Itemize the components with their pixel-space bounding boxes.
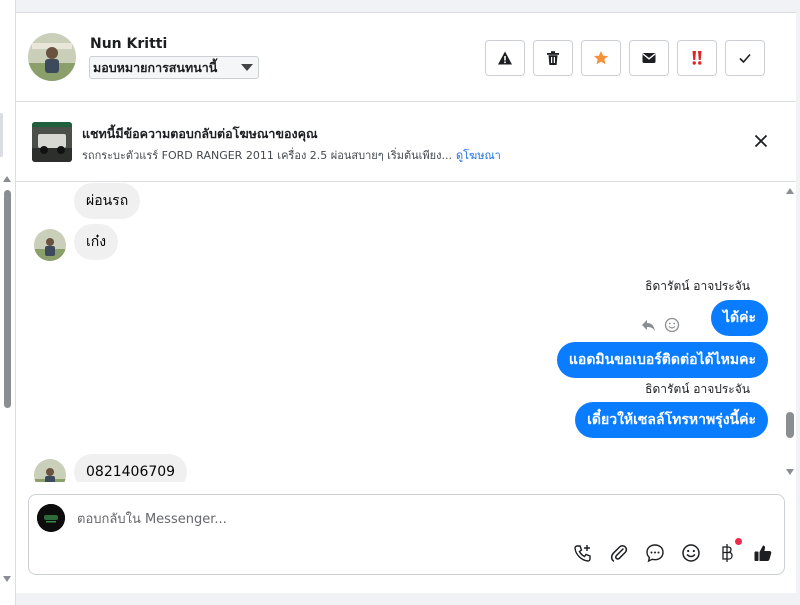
close-icon[interactable] [752, 132, 770, 150]
assign-conversation-label: มอบหมายการสนทนานี้ [93, 59, 218, 75]
ad-description: รถกระบะตัวแรร์ FORD RANGER 2011 เครื่อง … [82, 149, 452, 162]
contact-avatar-small [34, 229, 66, 261]
outgoing-message-bubble[interactable]: แอดมินขอเบอร์ติดต่อได้ไหมคะ [556, 342, 768, 378]
attach-button[interactable] [607, 541, 630, 564]
outgoing-message-bubble[interactable]: ได้ค่ะ [710, 300, 768, 336]
conversation-header: Nun Kritti มอบหมายการสนทนานี้ [16, 13, 796, 102]
ad-banner-title: แชทนี้มีข้อความตอบกลับต่อโฆษณาของคุณ [82, 126, 318, 141]
follow-up-button[interactable] [677, 40, 717, 76]
incoming-message-bubble[interactable]: เก๋ง [74, 224, 119, 260]
phone-plus-icon [573, 544, 591, 562]
reply-input[interactable] [77, 508, 577, 530]
assign-conversation-dropdown[interactable]: มอบหมายการสนทนานี้ [89, 56, 259, 79]
left-scroll-up-arrow[interactable] [3, 176, 11, 182]
message-thread[interactable]: ผ่อนรถ เก๋ง ธิดารัตน์ อาจประจัน ได้ค่ะ แ… [16, 182, 796, 482]
ad-banner-subtitle: รถกระบะตัวแรร์ FORD RANGER 2011 เครื่อง … [82, 146, 501, 164]
notification-dot [735, 538, 742, 545]
smiley-icon [681, 543, 700, 562]
sender-name: ธิดารัตน์ อาจประจัน [645, 382, 750, 396]
baht-icon [721, 543, 733, 562]
star-icon [594, 51, 608, 65]
payment-button[interactable] [715, 538, 742, 564]
call-button[interactable] [571, 541, 594, 564]
left-scrollbar-thumb[interactable] [4, 190, 11, 408]
paperclip-icon [610, 544, 627, 562]
conversation-panel: Nun Kritti มอบหมายการสนทนานี้ แชทนี้มีข้… [16, 12, 796, 593]
contact-name[interactable]: Nun Kritti [90, 36, 167, 52]
chat-bubble-icon [645, 543, 664, 562]
warning-icon [498, 51, 512, 65]
sender-name: ธิดารัตน์ อาจประจัน [645, 279, 750, 293]
conversation-actions [485, 40, 765, 76]
composer-toolbar [571, 538, 774, 564]
left-scroll-down-arrow[interactable] [3, 576, 11, 582]
emoji-button[interactable] [679, 541, 702, 564]
chat-scroll-up-arrow[interactable] [786, 188, 794, 194]
double-exclamation-icon [692, 51, 702, 65]
trash-icon [547, 51, 559, 65]
ad-thumbnail[interactable] [32, 122, 72, 162]
reply-composer [28, 494, 785, 575]
contact-avatar-small [34, 459, 66, 482]
report-spam-button[interactable] [485, 40, 525, 76]
mark-unread-button[interactable] [629, 40, 669, 76]
left-pane-strip [0, 0, 16, 605]
message-tools [641, 317, 680, 333]
chat-scroll-down-arrow[interactable] [786, 469, 794, 475]
collapsed-pane-edge [0, 113, 3, 157]
outgoing-message-bubble[interactable]: เดี๋ยวให้เซลล์โทรหาพรุ่งนี้ค่ะ [575, 402, 768, 438]
incoming-message-bubble[interactable]: ผ่อนรถ [74, 183, 141, 219]
incoming-message-bubble[interactable]: 0821406709 [74, 454, 188, 482]
view-ad-link[interactable]: ดูโฆษณา [456, 149, 501, 162]
chat-scrollbar-thumb[interactable] [786, 412, 794, 438]
saved-replies-button[interactable] [643, 541, 666, 564]
thumbs-up-icon [754, 545, 771, 561]
check-icon [739, 53, 751, 64]
star-button[interactable] [581, 40, 621, 76]
page-avatar [37, 504, 65, 532]
delete-button[interactable] [533, 40, 573, 76]
envelope-icon [642, 53, 656, 63]
mark-done-button[interactable] [725, 40, 765, 76]
chevron-down-icon [241, 64, 253, 71]
like-button[interactable] [751, 541, 774, 564]
react-smiley-icon[interactable] [664, 317, 680, 333]
ad-reply-banner: แชทนี้มีข้อความตอบกลับต่อโฆษณาของคุณ รถก… [16, 102, 796, 182]
contact-avatar[interactable] [28, 33, 76, 81]
reply-icon[interactable] [641, 318, 656, 333]
